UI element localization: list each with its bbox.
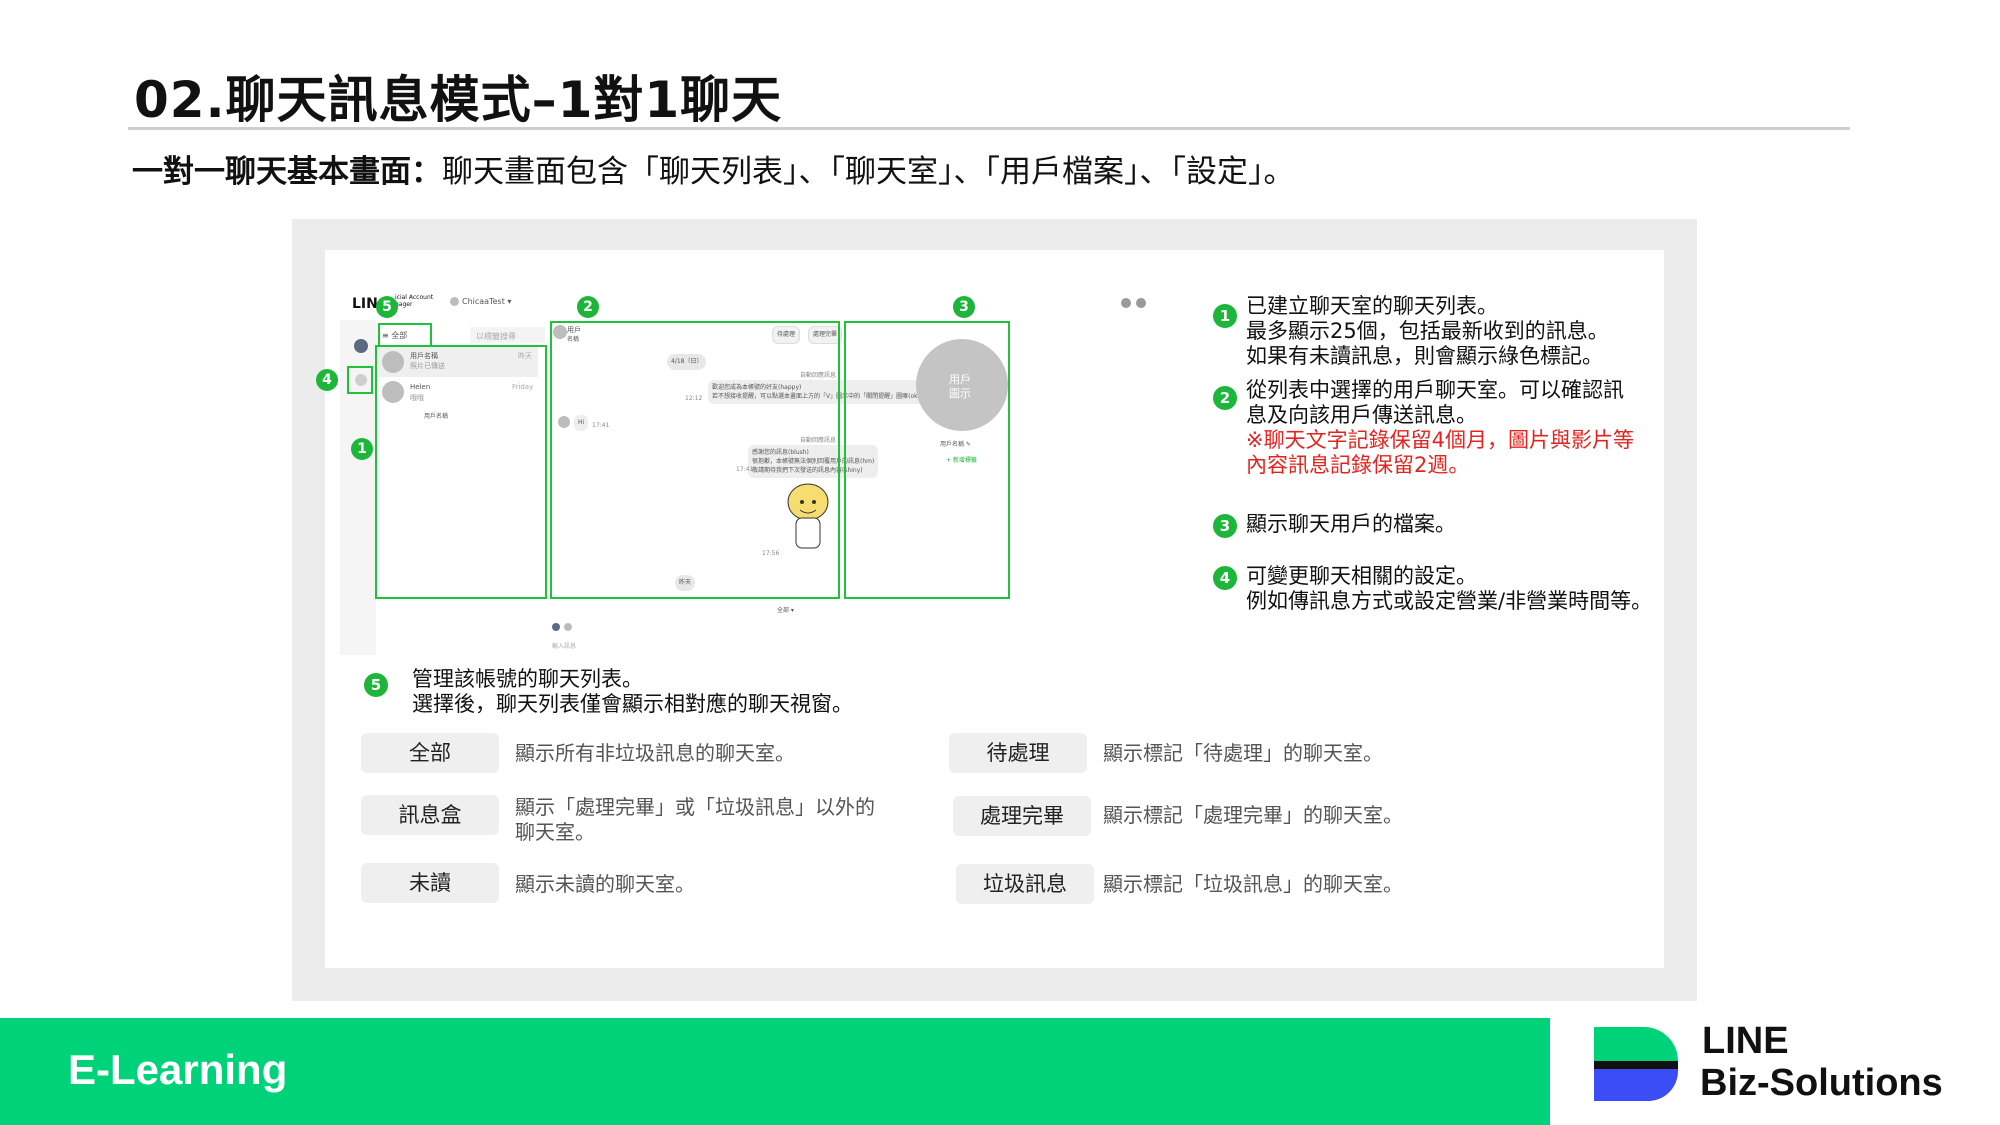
- note-number-5: 5: [364, 673, 388, 697]
- note-1: 已建立聊天室的聊天列表。 最多顯示25個，包括最新收到的訊息。 如果有未讀訊息，則會…: [1246, 294, 1609, 368]
- chat-app-screenshot: LIN icial Account nager ChicaaTest ▾ ≡ 全…: [316, 285, 1164, 655]
- marker-4: 4: [316, 369, 338, 391]
- note-number-4: 4: [1213, 566, 1237, 590]
- filter-unread-pill: 未讀: [361, 863, 499, 903]
- line-biz-logo-icon: [1594, 1027, 1678, 1101]
- brand-biz-solutions: Biz-Solutions: [1700, 1062, 1943, 1104]
- note-3: 顯示聊天用戶的檔案。: [1246, 512, 1456, 536]
- page-subtitle: 一對一聊天基本畫面：聊天畫面包含「聊天列表」、「聊天室」、「用戶檔案」、「設定」…: [132, 146, 1295, 191]
- profile-highlight: [844, 321, 1010, 599]
- tag-search-placeholder: 以標籤搜尋: [476, 332, 516, 341]
- chat-room-highlight: [550, 321, 840, 599]
- marker-3: 3: [953, 296, 975, 318]
- brand-line: LINE: [1702, 1020, 1789, 1062]
- note-number-3: 3: [1213, 514, 1237, 538]
- attach-icon[interactable]: [564, 623, 572, 631]
- logo-subtext-1: icial Account: [395, 294, 434, 301]
- message-input-placeholder[interactable]: 輸入訊息: [552, 641, 576, 650]
- filter-done-pill: 處理完畢: [953, 796, 1091, 836]
- user-icon[interactable]: [1121, 298, 1131, 308]
- chat-list-highlight: [375, 345, 547, 599]
- note-2: 從列表中選擇的用戶聊天室。可以確認訊 息及向該用戶傳送訊息。 ※聊天文字記錄保留4…: [1246, 378, 1634, 477]
- footer-label: E-Learning: [68, 1046, 288, 1093]
- title-divider: [128, 127, 1850, 130]
- filter-pending-pill: 待處理: [949, 733, 1087, 773]
- account-selector[interactable]: ChicaaTest ▾: [462, 297, 511, 306]
- settings-highlight: [347, 366, 373, 394]
- filter-spam-desc: 顯示標記「垃圾訊息」的聊天室。: [1103, 872, 1403, 896]
- note-5: 管理該帳號的聊天列表。 選擇後，聊天列表僅會顯示相對應的聊天視窗。: [412, 667, 853, 716]
- account-avatar: [450, 297, 459, 306]
- filter-unread-desc: 顯示未讀的聊天室。: [515, 872, 695, 896]
- marker-1: 1: [351, 438, 373, 460]
- filter-inbox-desc: 顯示「處理完畢」或「垃圾訊息」以外的 聊天室。: [515, 795, 875, 844]
- note-number-2: 2: [1213, 386, 1237, 410]
- emoji-icon[interactable]: [552, 623, 560, 631]
- marker-2: 2: [577, 296, 599, 318]
- chat-icon[interactable]: [354, 339, 368, 353]
- filter-spam-pill: 垃圾訊息: [956, 864, 1094, 904]
- line-logo: LIN: [352, 296, 378, 312]
- subtitle-bold: 一對一聊天基本畫面：: [132, 154, 442, 190]
- page-title: 02.聊天訊息模式–1對1聊天: [134, 71, 783, 129]
- filter-all-desc: 顯示所有非垃圾訊息的聊天室。: [515, 741, 795, 765]
- filter-all-pill: 全部: [361, 733, 499, 773]
- filter-highlight: [378, 323, 432, 347]
- menu-all[interactable]: 全部 ▾: [777, 605, 794, 614]
- filter-pending-desc: 顯示標記「待處理」的聊天室。: [1103, 741, 1383, 765]
- subtitle-rest: 聊天畫面包含「聊天列表」、「聊天室」、「用戶檔案」、「設定」。: [442, 154, 1295, 190]
- filter-inbox-pill: 訊息盒: [361, 795, 499, 835]
- marker-5: 5: [376, 296, 398, 318]
- retention-warning: ※聊天文字記錄保留4個月，圖片與影片等: [1246, 428, 1634, 452]
- filter-done-desc: 顯示標記「處理完畢」的聊天室。: [1103, 803, 1403, 827]
- help-icon[interactable]: [1136, 298, 1146, 308]
- note-number-1: 1: [1213, 304, 1237, 328]
- note-4: 可變更聊天相關的設定。 例如傳訊息方式或設定營業/非營業時間等。: [1246, 564, 1653, 613]
